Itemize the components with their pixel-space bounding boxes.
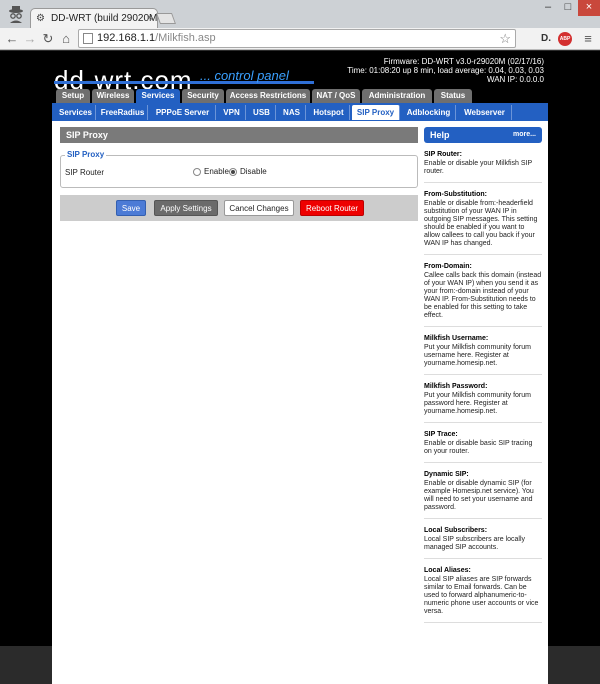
wan-ip-info: WAN IP: 0.0.0.0: [486, 75, 544, 84]
subtab-sip-proxy[interactable]: SIP Proxy: [352, 105, 400, 120]
help-item-title: Dynamic SIP:: [424, 471, 469, 478]
help-body: SIP Router: Enable or disable your Milkfi…: [424, 149, 542, 629]
tab-access-restrictions[interactable]: Access Restrictions: [226, 89, 310, 103]
help-item: From-Domain: Callee calls back this domai…: [424, 261, 542, 327]
url-path: /Milkfish.asp: [155, 32, 216, 44]
help-item-text: Callee calls back this domain (instead o…: [424, 272, 542, 319]
subtab-vpn[interactable]: VPN: [218, 105, 246, 120]
disable-label: Disable: [240, 167, 267, 176]
forward-icon[interactable]: →: [22, 31, 38, 47]
help-item-text: Enable or disable your Milkfish SIP rout…: [424, 160, 533, 175]
subtab-nas[interactable]: NAS: [278, 105, 306, 120]
save-button[interactable]: Save: [116, 200, 146, 216]
help-item-text: Put your Milkfish community forum passwo…: [424, 392, 531, 415]
subtab-hotspot[interactable]: Hotspot: [308, 105, 350, 120]
sip-proxy-fieldset: SIP Proxy SIP Router Enable Disable: [60, 150, 418, 188]
help-item: Local Aliases: Local SIP aliases are SIP …: [424, 565, 542, 623]
help-item-title: Local Aliases:: [424, 567, 471, 574]
sip-router-enable-radio[interactable]: [193, 168, 201, 176]
help-item-text: Local SIP subscribers are locally manage…: [424, 536, 526, 551]
help-item-title: Milkfish Username:: [424, 335, 489, 342]
help-item: Dynamic SIP: Enable or disable dynamic SI…: [424, 469, 542, 519]
tab-nat-qos[interactable]: NAT / QoS: [312, 89, 360, 103]
help-item-title: From-Domain:: [424, 263, 472, 270]
sip-router-disable-radio[interactable]: [229, 168, 237, 176]
adblock-plus-icon[interactable]: ABP: [558, 32, 572, 46]
help-item-text: Enable or disable dynamic SIP (for examp…: [424, 480, 534, 511]
tab-wireless[interactable]: Wireless: [92, 89, 134, 103]
subtab-services[interactable]: Services: [56, 105, 96, 120]
content-area: SIP Proxy SIP Proxy SIP Router Enable Di…: [52, 121, 548, 684]
tab-close-icon[interactable]: ×: [147, 9, 153, 28]
minimize-icon[interactable]: –: [538, 0, 558, 16]
control-panel-subtitle: ... control panel: [200, 68, 289, 83]
sip-router-label: SIP Router: [65, 168, 104, 177]
help-item-text: Enable or disable basic SIP tracing on y…: [424, 440, 533, 455]
help-header: Help more...: [424, 127, 542, 143]
incognito-icon: [6, 4, 26, 24]
tab-services[interactable]: Services: [136, 89, 180, 103]
help-item: SIP Trace: Enable or disable basic SIP tr…: [424, 429, 542, 463]
help-item: Local Subscribers: Local SIP subscribers …: [424, 525, 542, 559]
help-panel: Help more... SIP Router: Enable or disabl…: [424, 127, 544, 683]
fieldset-legend: SIP Proxy: [65, 150, 107, 159]
cancel-changes-button[interactable]: Cancel Changes: [224, 200, 294, 216]
sub-nav: Services FreeRadius PPPoE Server VPN USB…: [52, 103, 548, 121]
url-host: 192.168.1.1: [97, 32, 156, 44]
bookmark-star-icon[interactable]: ☆: [499, 30, 511, 47]
reload-icon[interactable]: ↻: [40, 31, 56, 47]
tab-administration[interactable]: Administration: [362, 89, 432, 103]
main-nav: Setup Wireless Services Security Access …: [52, 89, 548, 103]
help-more-link[interactable]: more...: [513, 127, 536, 143]
subtab-webserver[interactable]: Webserver: [458, 105, 512, 120]
close-window-icon[interactable]: ×: [578, 0, 600, 16]
reboot-router-button[interactable]: Reboot Router: [300, 200, 364, 216]
subtab-adblocking[interactable]: Adblocking: [402, 105, 456, 120]
help-item: Milkfish Username: Put your Milkfish comm…: [424, 333, 542, 375]
subtab-usb[interactable]: USB: [248, 105, 276, 120]
help-item-title: From-Substitution:: [424, 191, 487, 198]
tab-status[interactable]: Status: [434, 89, 472, 103]
section-title: SIP Proxy: [60, 127, 418, 143]
help-item-title: SIP Trace:: [424, 431, 458, 438]
firmware-info: Firmware: DD-WRT v3.0-r29020M (02/17/16)…: [347, 57, 544, 84]
help-item-title: SIP Router:: [424, 151, 462, 158]
help-item-text: Local SIP aliases are SIP forwards simil…: [424, 576, 539, 615]
tab-security[interactable]: Security: [182, 89, 224, 103]
browser-tabstrip: ⚙ DD-WRT (build 29020M) × – □ ×: [0, 0, 600, 28]
button-bar: Save Apply Settings Cancel Changes Reboo…: [60, 195, 418, 221]
firmware-version: Firmware: DD-WRT v3.0-r29020M (02/17/16): [383, 57, 544, 66]
back-icon[interactable]: ←: [4, 31, 20, 47]
help-item-text: Enable or disable from:-headerfield subs…: [424, 200, 538, 247]
router-page: dd-wrt.com ... control panel Firmware: D…: [0, 51, 600, 684]
page-favicon-icon: ⚙: [36, 13, 45, 24]
home-icon[interactable]: ⌂: [58, 31, 74, 47]
help-item-title: Local Subscribers:: [424, 527, 488, 534]
help-item: From-Substitution: Enable or disable from…: [424, 189, 542, 255]
subtab-pppoe-server[interactable]: PPPoE Server: [150, 105, 216, 120]
browser-tab[interactable]: ⚙ DD-WRT (build 29020M) ×: [30, 8, 158, 28]
help-item-title: Milkfish Password:: [424, 383, 488, 390]
help-title: Help: [430, 130, 450, 140]
extension-d-icon[interactable]: D.: [538, 31, 554, 47]
new-tab-button[interactable]: [155, 13, 177, 24]
tab-title: DD-WRT (build 29020M): [51, 13, 158, 24]
enable-label: Enable: [204, 167, 229, 176]
help-item: SIP Router: Enable or disable your Milkfi…: [424, 149, 542, 183]
help-item-text: Put your Milkfish community forum userna…: [424, 344, 531, 367]
uptime-info: Time: 01:08:20 up 8 min, load average: 0…: [347, 66, 544, 75]
apply-settings-button[interactable]: Apply Settings: [154, 200, 218, 216]
address-bar[interactable]: 192.168.1.1/Milkfish.asp ☆: [78, 29, 516, 48]
maximize-icon[interactable]: □: [558, 0, 578, 16]
menu-icon[interactable]: ≡: [580, 31, 596, 47]
tab-setup[interactable]: Setup: [56, 89, 90, 103]
browser-toolbar: ← → ↻ ⌂ 192.168.1.1/Milkfish.asp ☆ D. AB…: [0, 28, 600, 50]
help-item: Milkfish Password: Put your Milkfish comm…: [424, 381, 542, 423]
page-icon: [83, 33, 93, 44]
subtab-freeradius[interactable]: FreeRadius: [98, 105, 148, 120]
